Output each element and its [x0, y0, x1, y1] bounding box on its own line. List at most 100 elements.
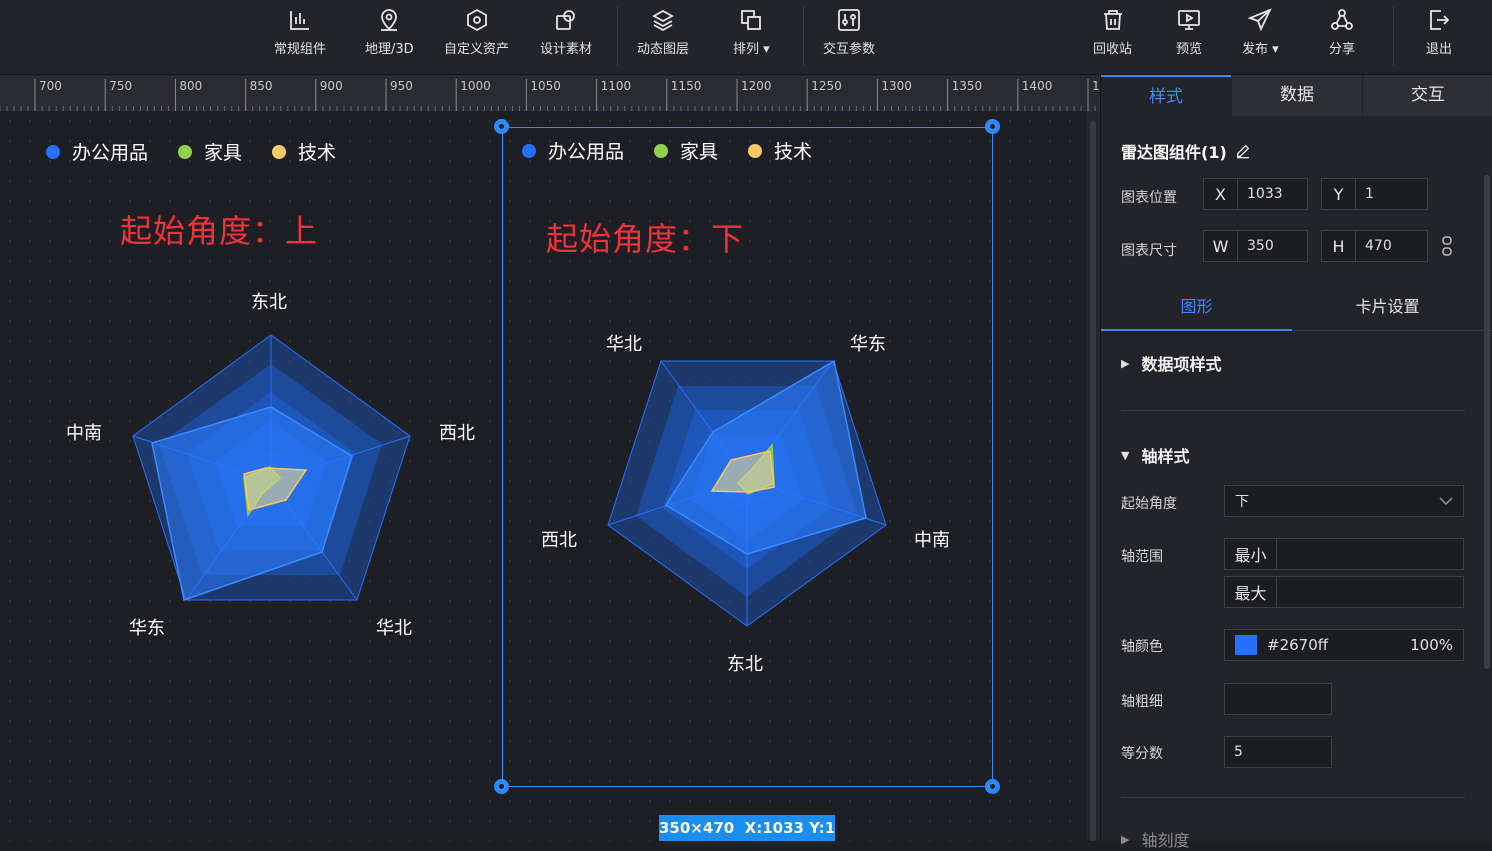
size-position-tag: 350×470 X:1033 Y:1: [659, 815, 835, 841]
w-prefix: W: [1204, 231, 1238, 261]
size-w-field[interactable]: W 350: [1203, 230, 1308, 262]
toolbar-label: 交互参数: [823, 42, 876, 57]
position-y-field[interactable]: Y 1: [1321, 178, 1428, 210]
divisions-label: 等分数: [1121, 746, 1163, 762]
resize-handle-bottom-left[interactable]: [494, 779, 509, 794]
ruler-tick-label: 950: [390, 79, 413, 93]
caret-down-icon: ▼: [1121, 448, 1130, 462]
exit-button[interactable]: 退出: [1426, 8, 1452, 57]
divisions-field[interactable]: 5: [1224, 736, 1332, 768]
horizontal-ruler[interactable]: 700 750 800 850 900 950 1000 1050 1100 1150 1200 12…: [0, 75, 1100, 111]
preview-icon: [1178, 10, 1200, 30]
section-title: 轴样式: [1141, 447, 1190, 466]
h-value: 470: [1365, 238, 1392, 254]
axis-range-label: 轴范围: [1121, 549, 1163, 565]
chevron-down-icon: [1439, 497, 1453, 506]
link-ratio-icon[interactable]: [1440, 236, 1454, 256]
toolbar-label: 地理/3D: [365, 42, 414, 57]
legend-dot: [272, 144, 287, 159]
ruler-tick-label: 14: [1092, 79, 1100, 93]
legend-label: 办公用品: [72, 142, 149, 164]
toolbar-label: 退出: [1426, 42, 1453, 57]
ruler-tick-label: 1150: [671, 79, 702, 93]
common-components-button[interactable]: 常规组件: [274, 8, 326, 57]
map-pin-icon: [381, 9, 398, 31]
axis-width-field[interactable]: [1224, 683, 1332, 715]
x-prefix: X: [1204, 179, 1238, 209]
top-toolbar: 常规组件 地理/3D 自定义资产 设计素材 动态图层 排列 ▾ 交互参数 回收站…: [0, 0, 1492, 75]
geo-3d-button[interactable]: 地理/3D: [365, 8, 414, 57]
component-name: 雷达图组件(1): [1121, 143, 1227, 162]
subtab-graphic[interactable]: 图形: [1101, 291, 1292, 331]
tab-interaction[interactable]: 交互: [1363, 75, 1492, 116]
canvas-vertical-scrollbar[interactable]: [1087, 111, 1100, 841]
custom-assets-button[interactable]: 自定义资产: [444, 8, 509, 57]
axis-min-field[interactable]: 最小: [1224, 538, 1464, 570]
axis-style-section[interactable]: ▼ 轴样式: [1121, 443, 1189, 467]
ruler-tick-label: 1250: [811, 79, 842, 93]
toolbar-label: 自定义资产: [444, 42, 510, 57]
size-h-field[interactable]: H 470: [1321, 230, 1428, 262]
hexagon-icon: [466, 8, 487, 32]
design-material-icon: [556, 10, 575, 30]
caret-right-icon: ▶: [1121, 832, 1130, 846]
toolbar-divider: [1393, 6, 1394, 66]
subtab-card-settings[interactable]: 卡片设置: [1292, 291, 1483, 331]
ruler-tick-label: 750: [109, 79, 132, 93]
x-value: 1033: [1247, 186, 1283, 202]
resize-handle-top-right[interactable]: [985, 119, 1000, 134]
start-angle-select[interactable]: 下: [1224, 485, 1464, 517]
axis-label-top: 东北: [251, 292, 287, 313]
selection-box[interactable]: [502, 127, 993, 787]
axis-label-bottom-left: 华东: [129, 618, 165, 639]
tab-data[interactable]: 数据: [1231, 75, 1363, 116]
toolbar-divider: [617, 6, 618, 66]
resize-handle-top-left[interactable]: [494, 119, 509, 134]
axis-label-bottom-right: 华北: [376, 618, 412, 639]
panel-scrollbar[interactable]: [1484, 175, 1490, 669]
sliders-icon: [838, 9, 860, 31]
section-divider: [1121, 797, 1465, 798]
toolbar-label: 排列 ▾: [733, 42, 770, 57]
axis-max-field[interactable]: 最大: [1224, 576, 1464, 608]
section-title: 轴刻度: [1141, 831, 1190, 850]
share-icon: [1331, 9, 1353, 30]
legend-item-tech[interactable]: 技术: [272, 138, 336, 165]
legend-dot: [178, 144, 193, 159]
chart1-title: 起始角度：上: [120, 212, 319, 250]
recycle-bin-button[interactable]: 回收站: [1093, 8, 1132, 57]
publish-button[interactable]: 发布 ▾: [1242, 8, 1279, 57]
arrange-button[interactable]: 排列 ▾: [733, 8, 770, 57]
resize-handle-bottom-right[interactable]: [985, 779, 1000, 794]
tab-style[interactable]: 样式: [1101, 75, 1231, 116]
toolbar-label: 常规组件: [274, 42, 327, 57]
y-value: 1: [1365, 186, 1374, 202]
component-title: 雷达图组件(1): [1121, 139, 1251, 163]
scrollbar-thumb[interactable]: [1090, 121, 1096, 841]
divisions-value: 5: [1234, 744, 1243, 760]
toolbar-label: 发布 ▾: [1242, 42, 1279, 57]
ruler-tick-label: 1400: [1022, 79, 1053, 93]
arrange-icon: [741, 10, 762, 30]
legend-item-office[interactable]: 办公用品: [46, 138, 148, 165]
section-title: 数据项样式: [1141, 355, 1222, 374]
interaction-params-button[interactable]: 交互参数: [823, 8, 875, 57]
axis-label-left: 中南: [66, 423, 102, 444]
chart1-legend: 办公用品 家具 技术: [46, 138, 366, 165]
design-material-button[interactable]: 设计素材: [540, 8, 592, 57]
preview-button[interactable]: 预览: [1176, 8, 1202, 57]
axis-scale-section[interactable]: ▶ 轴刻度: [1121, 827, 1189, 851]
legend-item-furniture[interactable]: 家具: [178, 138, 242, 165]
position-x-field[interactable]: X 1033: [1203, 178, 1308, 210]
axis-width-label: 轴粗细: [1121, 694, 1163, 710]
caret-right-icon: ▶: [1121, 356, 1130, 370]
edit-icon[interactable]: [1235, 143, 1251, 159]
dynamic-layers-button[interactable]: 动态图层: [637, 8, 689, 57]
data-item-style-section[interactable]: ▶ 数据项样式: [1121, 351, 1221, 375]
axis-color-picker[interactable]: #2670ff 100%: [1224, 629, 1464, 661]
share-button[interactable]: 分享: [1329, 8, 1355, 57]
ruler-tick-label: 1000: [460, 79, 491, 93]
size-label: 图表尺寸: [1121, 243, 1177, 259]
exit-icon: [1430, 10, 1450, 30]
min-prefix: 最小: [1225, 539, 1277, 569]
